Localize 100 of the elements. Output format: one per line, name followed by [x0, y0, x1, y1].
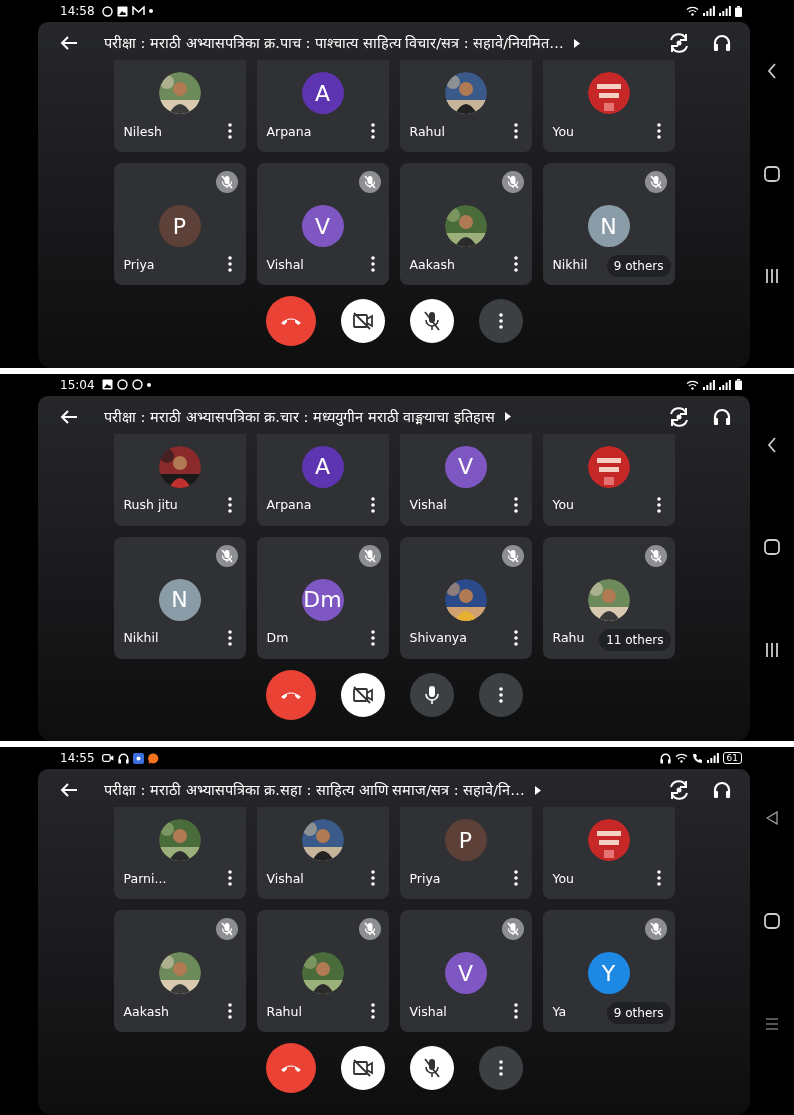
mail-icon [131, 6, 145, 16]
participant-tile[interactable]: Rahu 11 others [542, 536, 675, 659]
arrow-left-icon [60, 408, 78, 425]
end-call-button[interactable] [265, 296, 316, 346]
camera-button[interactable] [340, 299, 385, 343]
microphone-button[interactable] [409, 299, 454, 343]
battery-icon [735, 379, 742, 391]
participant-tile[interactable]: A Arpana [256, 433, 389, 526]
participant-name: Vishal [266, 870, 304, 886]
participant-name: Rahul [409, 123, 445, 139]
phone-hangup-icon [279, 1063, 302, 1074]
more-vert-icon [513, 256, 518, 272]
switch-camera-icon [668, 33, 690, 53]
participant-name: Shivanya [409, 630, 467, 646]
participant-tile[interactable]: You [542, 433, 675, 526]
participant-tile[interactable]: Rahul [399, 60, 532, 152]
participant-tile[interactable]: N Nikhil [113, 536, 246, 659]
signal-icon [719, 6, 731, 16]
more-vert-icon [227, 256, 232, 272]
participant-name: Priya [409, 870, 441, 886]
meeting-title[interactable]: परीक्षा : मराठी अभ्यासपत्रिका क्र.पाच : पाश्चात्य साहित्य विचार/सत्र : सहावे/नियमित… [104, 32, 564, 54]
chevron-left-icon [767, 436, 777, 453]
status-time: 14:58 [60, 4, 95, 18]
camera-off-icon [351, 685, 374, 704]
image-icon [116, 5, 128, 17]
more-vert-icon [513, 629, 518, 646]
chat-icon [116, 379, 128, 391]
mic-off-icon [422, 1058, 441, 1079]
headphones-icon [712, 406, 732, 427]
chat-icon [101, 5, 113, 17]
participant-tile[interactable]: You [542, 807, 675, 900]
expand-icon[interactable] [504, 412, 511, 422]
avatar: A [301, 445, 344, 488]
headphones-icon [712, 33, 732, 53]
signal-icon [719, 379, 731, 390]
participant-name: Priya [123, 256, 155, 272]
camera-off-icon [351, 1059, 374, 1078]
participant-tile[interactable]: Rush jitu [113, 433, 246, 526]
participant-name: Nilesh [123, 123, 162, 139]
status-time: 14:55 [60, 751, 95, 766]
rounded-square-icon [764, 539, 780, 556]
avatar: P [158, 205, 201, 247]
switch-camera-icon [668, 406, 690, 427]
vertical-lines-icon [765, 642, 779, 659]
more-vert-icon [370, 256, 375, 272]
status-time: 15:04 [60, 377, 95, 392]
more-vert-icon [513, 123, 518, 139]
participant-tile[interactable]: N Nikhil 9 others [542, 163, 675, 285]
signal-icon [706, 753, 719, 764]
participant-name: Arpana [266, 497, 312, 513]
meeting-title[interactable]: परीक्षा : मराठी अभ्यासपत्रिका क्र.सहा : साहित्य आणि समाज/सत्र : सहावे/नि… [104, 780, 525, 801]
participant-name: Nikhil [123, 630, 159, 646]
participant-tile[interactable]: P Priya [399, 807, 532, 900]
expand-icon[interactable] [534, 785, 541, 795]
participant-name: Rahul [266, 1003, 302, 1019]
battery-icon [735, 5, 742, 17]
wifi-icon [686, 379, 699, 390]
participant-tile[interactable]: You [542, 60, 675, 152]
participant-name: You [552, 870, 575, 886]
participant-tile[interactable]: Vishal [256, 807, 389, 900]
headphones-icon [712, 780, 732, 801]
participant-tile[interactable]: Nilesh [113, 60, 246, 152]
others-count-chip[interactable]: 9 others [606, 255, 671, 277]
rounded-square-icon [764, 165, 780, 182]
vertical-lines-icon [765, 268, 779, 285]
participant-tile[interactable]: Aakash [113, 910, 246, 1033]
switch-camera-icon [668, 780, 690, 801]
more-vert-icon [513, 870, 518, 887]
signal-icon [703, 379, 715, 390]
participant-tile[interactable]: V Vishal [399, 433, 532, 526]
participant-tile[interactable]: V Vishal [399, 910, 532, 1033]
participant-name: Nikhil [552, 256, 588, 272]
horizontal-lines-icon [765, 1017, 779, 1032]
avatar: A [301, 72, 344, 114]
avatar: Dm [301, 578, 344, 621]
more-vert-icon [227, 123, 232, 139]
avatar: P [444, 819, 487, 862]
wifi-icon [674, 753, 688, 764]
participant-tile[interactable]: Parni... [113, 807, 246, 900]
participant-tile[interactable]: Y Ya 9 others [542, 910, 675, 1033]
expand-icon[interactable] [573, 38, 580, 48]
participant-tile[interactable]: Rahul [256, 910, 389, 1033]
participant-tile[interactable]: Aakash [399, 163, 532, 285]
chat-icon [131, 379, 143, 391]
phone-hangup-icon [279, 316, 302, 326]
participant-tile[interactable]: Dm Dm [256, 536, 389, 659]
avatar: N [158, 578, 201, 621]
participant-tile[interactable]: Shivanya [399, 536, 532, 659]
participant-tile[interactable]: A Arpana [256, 60, 389, 152]
participant-tile[interactable]: P Priya [113, 163, 246, 285]
others-count-chip[interactable]: 9 others [606, 1002, 671, 1025]
rounded-square-icon [764, 913, 780, 930]
phone-icon [691, 752, 703, 764]
meeting-title[interactable]: परीक्षा : मराठी अभ्यासपत्रिका क्र.चार : मध्ययुगीन मराठी वाङ्मयाचा इतिहास [104, 406, 495, 427]
participant-tile[interactable]: V Vishal [256, 163, 389, 285]
more-vert-icon [227, 870, 232, 887]
others-count-chip[interactable]: 11 others [599, 628, 671, 651]
more-vert-icon [656, 123, 661, 139]
dot-icon [146, 382, 151, 387]
dot-icon [148, 9, 153, 13]
